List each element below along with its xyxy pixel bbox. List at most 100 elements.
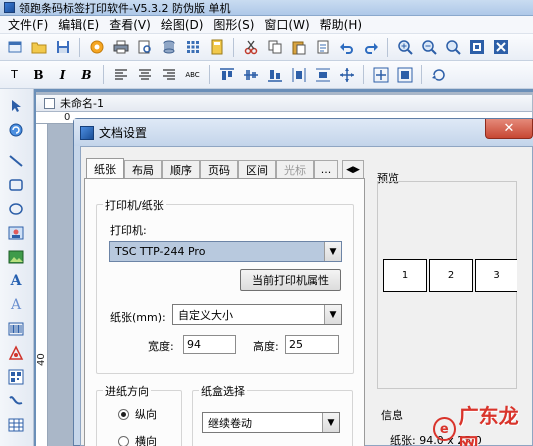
tab-cursor[interactable]: 光标	[276, 160, 314, 178]
select-arrow-icon[interactable]	[6, 96, 26, 116]
toolbar-separator	[233, 37, 234, 57]
menu-help[interactable]: 帮助(H)	[315, 16, 367, 33]
tab-range[interactable]: 区间	[238, 160, 276, 178]
calculator-icon[interactable]	[206, 37, 227, 58]
printer-paper-group: 打印机/纸张 打印机: TSC TTP-244 Pro ▼ 当前打印机属性 纸张…	[96, 197, 354, 374]
preview-panel: 1 2 3	[377, 181, 517, 389]
menu-view[interactable]: 查看(V)	[104, 16, 156, 33]
align-center-icon[interactable]	[134, 64, 155, 85]
zoom-page-icon[interactable]	[490, 37, 511, 58]
paste-icon[interactable]	[288, 37, 309, 58]
distribute-h-icon[interactable]	[288, 64, 309, 85]
shape-tool-icon[interactable]	[6, 343, 26, 363]
printer-select[interactable]: TSC TTP-244 Pro ▼	[109, 241, 342, 262]
settings-gear-icon[interactable]	[86, 37, 107, 58]
ellipse-tool-icon[interactable]	[6, 199, 26, 219]
bold-italic-button[interactable]: B	[76, 64, 97, 85]
bold-button[interactable]: B	[28, 64, 49, 85]
document-tab[interactable]: 未命名-1	[36, 95, 532, 112]
barcode-tool-icon[interactable]	[6, 319, 26, 339]
paper-tab-panel: 打印机/纸张 打印机: TSC TTP-244 Pro ▼ 当前打印机属性 纸张…	[84, 178, 365, 446]
landscape-radio[interactable]	[118, 435, 129, 446]
zoom-out-icon[interactable]	[418, 37, 439, 58]
distribute-v-icon[interactable]	[312, 64, 333, 85]
align-bottom-icon[interactable]	[264, 64, 285, 85]
rotate-tool-icon[interactable]	[6, 120, 26, 140]
format-toolbar: T B I B ABC	[0, 61, 533, 89]
watermark: e 广东龙网	[433, 400, 533, 446]
tab-paper[interactable]: 纸张	[86, 158, 124, 179]
printer-select-value: TSC TTP-244 Pro	[115, 245, 206, 258]
tab-layout[interactable]: 布局	[124, 160, 162, 178]
portrait-radio[interactable]	[118, 408, 129, 420]
new-file-icon[interactable]	[4, 37, 25, 58]
qrcode-tool-icon[interactable]	[6, 367, 26, 387]
chevron-down-icon[interactable]: ▼	[324, 242, 341, 261]
menu-shape[interactable]: 图形(S)	[208, 16, 259, 33]
zoom-in-icon[interactable]	[394, 37, 415, 58]
tab-page-number[interactable]: 页码	[200, 160, 238, 178]
document-settings-dialog: 文档设置 ✕ 纸张 布局 顺序 页码 区间 光标 ... ◀▶ 打印机/纸张 打…	[73, 118, 533, 446]
text-tool-icon[interactable]: A	[6, 271, 26, 291]
duplicate-icon[interactable]	[312, 37, 333, 58]
toolbar-separator	[79, 37, 80, 57]
info-label: 信息	[381, 409, 403, 422]
preview-label-2: 2	[429, 259, 473, 292]
paper-direction-group: 进纸方向 纵向 横向	[96, 383, 182, 446]
vertical-ruler: 40	[36, 124, 48, 446]
art-text-tool-icon[interactable]: A	[6, 295, 26, 315]
tray-select-group: 纸盒选择 继续卷动 ▼	[192, 383, 353, 446]
tab-order[interactable]: 顺序	[162, 160, 200, 178]
table-tool-icon[interactable]	[6, 415, 26, 435]
align-middle-icon[interactable]	[240, 64, 261, 85]
menu-edit[interactable]: 编辑(E)	[53, 16, 104, 33]
tab-scroll-arrows[interactable]: ◀▶	[342, 160, 364, 178]
group-icon[interactable]	[394, 64, 415, 85]
menu-file[interactable]: 文件(F)	[3, 16, 53, 33]
paper-size-select[interactable]: 自定义大小 ▼	[172, 304, 342, 325]
printer-properties-button[interactable]: 当前打印机属性	[240, 269, 341, 291]
database-icon[interactable]	[158, 37, 179, 58]
copy-icon[interactable]	[264, 37, 285, 58]
zoom-actual-icon[interactable]	[466, 37, 487, 58]
chevron-down-icon[interactable]: ▼	[322, 413, 339, 432]
chevron-down-icon[interactable]: ▼	[324, 305, 341, 324]
cut-icon[interactable]	[240, 37, 261, 58]
curve-tool-icon[interactable]	[6, 391, 26, 411]
document-icon	[44, 97, 55, 109]
undo-icon[interactable]	[336, 37, 357, 58]
tray-select[interactable]: 继续卷动 ▼	[202, 412, 340, 433]
picture-tool-icon[interactable]	[6, 247, 26, 267]
save-icon[interactable]	[52, 37, 73, 58]
landscape-option[interactable]: 横向	[118, 433, 157, 446]
print-preview-icon[interactable]	[134, 37, 155, 58]
main-toolbar	[0, 34, 533, 61]
menu-window[interactable]: 窗口(W)	[259, 16, 314, 33]
toolbar-separator	[209, 65, 210, 84]
dialog-close-button[interactable]: ✕	[485, 119, 533, 139]
rotate-icon[interactable]	[428, 64, 449, 85]
same-size-icon[interactable]	[336, 64, 357, 85]
align-left-icon[interactable]	[110, 64, 131, 85]
center-page-icon[interactable]	[370, 64, 391, 85]
rectangle-tool-icon[interactable]	[6, 175, 26, 195]
text-tool-icon[interactable]: T	[4, 64, 25, 85]
tab-more[interactable]: ...	[314, 160, 338, 178]
print-icon[interactable]	[110, 37, 131, 58]
grid-icon[interactable]	[182, 37, 203, 58]
align-top-icon[interactable]	[216, 64, 237, 85]
menu-draw[interactable]: 绘图(D)	[156, 16, 209, 33]
image-tool-icon[interactable]	[6, 223, 26, 243]
dialog-title-bar[interactable]: 文档设置	[74, 119, 533, 146]
italic-button[interactable]: I	[52, 64, 73, 85]
line-tool-icon[interactable]	[6, 151, 26, 171]
open-folder-icon[interactable]	[28, 37, 49, 58]
height-input[interactable]: 25	[285, 335, 339, 354]
abc-button[interactable]: ABC	[182, 64, 203, 85]
portrait-option[interactable]: 纵向	[118, 406, 157, 422]
align-right-icon[interactable]	[158, 64, 179, 85]
width-input[interactable]: 94	[183, 335, 236, 354]
zoom-fit-icon[interactable]	[442, 37, 463, 58]
redo-icon[interactable]	[360, 37, 381, 58]
dialog-app-icon	[80, 125, 94, 140]
